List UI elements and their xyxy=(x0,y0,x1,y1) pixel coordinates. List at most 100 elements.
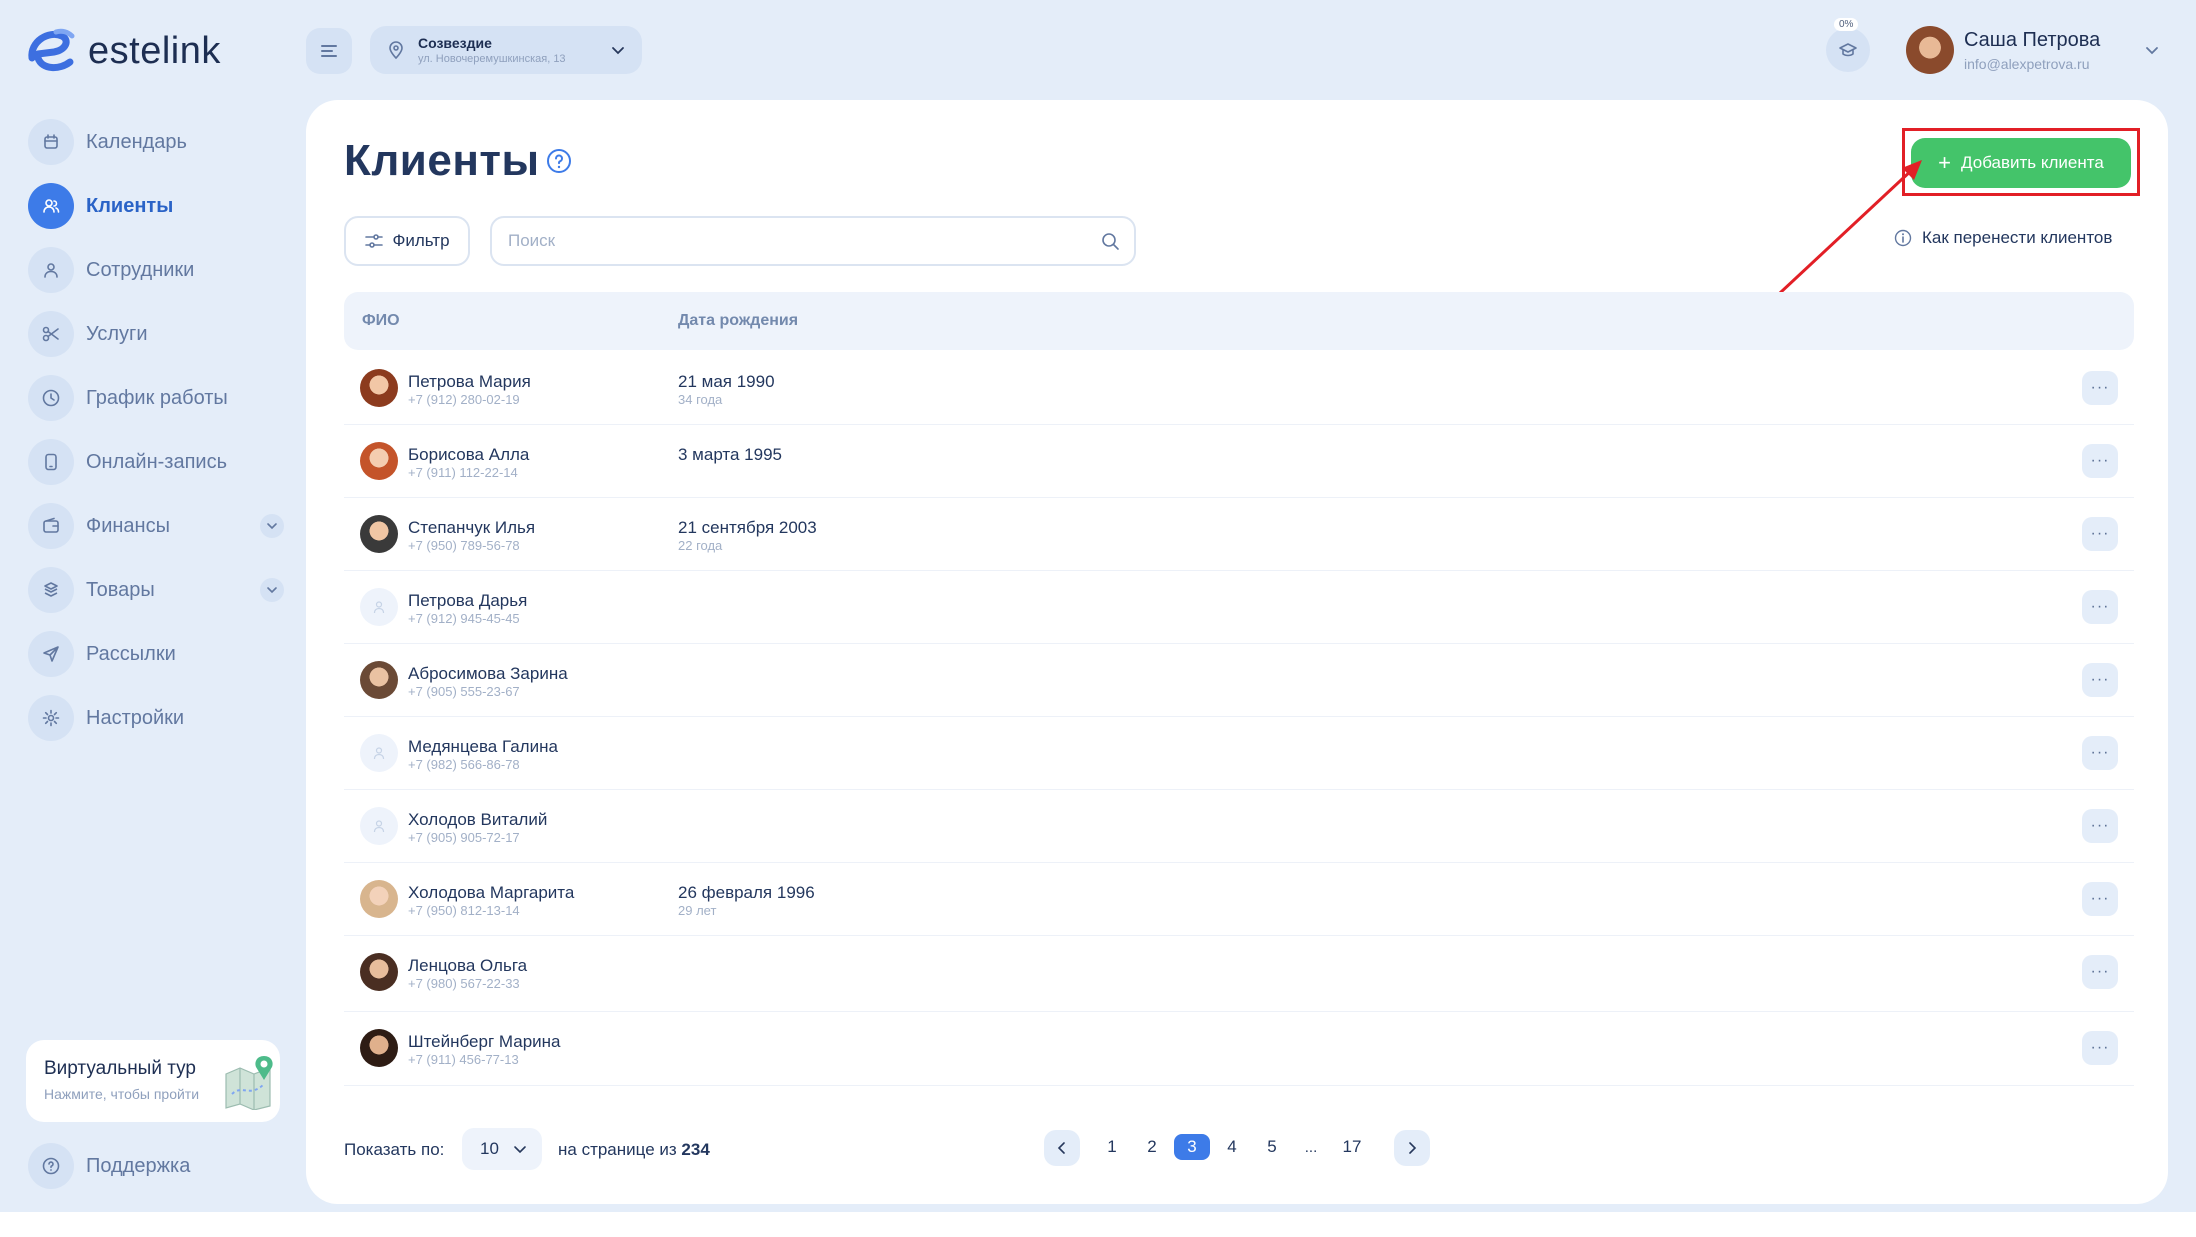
table-row[interactable]: Медянцева Галина +7 (982) 566-86-78 ··· xyxy=(344,717,2134,790)
client-name[interactable]: Ленцова Ольга xyxy=(408,956,527,976)
client-name[interactable]: Штейнберг Марина xyxy=(408,1032,561,1052)
sidebar-item-support[interactable]: Поддержка xyxy=(28,1142,284,1190)
main-content: Клиенты + Добавить клиента Фильтр Поиск … xyxy=(306,100,2168,1204)
client-phone: +7 (950) 812-13-14 xyxy=(408,903,520,918)
client-phone: +7 (905) 555-23-67 xyxy=(408,684,520,699)
next-page-button[interactable] xyxy=(1394,1130,1430,1166)
client-age: 34 года xyxy=(678,392,723,407)
client-name[interactable]: Степанчук Илья xyxy=(408,518,535,538)
brand-name: estelink xyxy=(88,29,221,72)
more-options-button[interactable]: ··· xyxy=(2082,809,2118,843)
page-last-button[interactable]: 17 xyxy=(1334,1134,1370,1160)
search-field[interactable] xyxy=(490,216,1136,266)
page-size-select[interactable]: 10 xyxy=(462,1128,542,1170)
graduation-cap-icon xyxy=(1839,43,1857,57)
search-input[interactable] xyxy=(492,218,1052,264)
client-age: 29 лет xyxy=(678,903,717,918)
table-row[interactable]: Петрова Дарья +7 (912) 945-45-45 ··· xyxy=(344,571,2134,644)
page-1-button[interactable]: 1 xyxy=(1094,1134,1130,1160)
info-icon xyxy=(1894,229,1912,247)
sidebar-item-8[interactable]: Товары xyxy=(28,566,284,614)
page-5-button[interactable]: 5 xyxy=(1254,1134,1290,1160)
client-name[interactable]: Холодова Маргарита xyxy=(408,883,574,903)
sidebar-item-6[interactable]: Онлайн-запись xyxy=(28,438,284,486)
chevron-down-icon[interactable] xyxy=(260,514,284,538)
more-dots-icon: ··· xyxy=(2090,817,2110,834)
gear-icon xyxy=(28,695,74,741)
client-phone: +7 (912) 280-02-19 xyxy=(408,392,520,407)
more-options-button[interactable]: ··· xyxy=(2082,371,2118,405)
user-profile[interactable]: Саша Петрова info@alexpetrova.ru xyxy=(1906,26,2100,74)
avatar-placeholder xyxy=(360,734,398,772)
avatar xyxy=(360,515,398,553)
table-row[interactable]: Борисова Алла +7 (911) 112-22-14 3 марта 1… xyxy=(344,425,2134,498)
more-options-button[interactable]: ··· xyxy=(2082,663,2118,697)
sidebar-item-3[interactable]: Сотрудники xyxy=(28,246,284,294)
column-header-dob[interactable]: Дата рождения xyxy=(678,312,798,330)
sidebar-item-10[interactable]: Настройки xyxy=(28,694,284,742)
more-options-button[interactable]: ··· xyxy=(2082,517,2118,551)
client-name[interactable]: Медянцева Галина xyxy=(408,737,558,757)
more-dots-icon: ··· xyxy=(2090,598,2110,615)
more-options-button[interactable]: ··· xyxy=(2082,955,2118,989)
table-row[interactable]: Холодова Маргарита +7 (950) 812-13-14 26 ф… xyxy=(344,863,2134,936)
brand-logo[interactable]: estelink xyxy=(26,26,221,76)
more-options-button[interactable]: ··· xyxy=(2082,882,2118,916)
page-size-value: 10 xyxy=(480,1139,499,1158)
add-client-highlight: + Добавить клиента xyxy=(1902,128,2140,196)
sidebar-item-4[interactable]: Услуги xyxy=(28,310,284,358)
page-4-button[interactable]: 4 xyxy=(1214,1134,1250,1160)
pagination-ellipsis: ... xyxy=(1304,1138,1318,1156)
users-icon xyxy=(28,183,74,229)
client-name[interactable]: Петрова Дарья xyxy=(408,591,527,611)
page-3-button[interactable]: 3 xyxy=(1174,1134,1210,1160)
more-dots-icon: ··· xyxy=(2090,525,2110,542)
table-row[interactable]: Абросимова Зарина +7 (905) 555-23-67 ··· xyxy=(344,644,2134,717)
table-row[interactable]: Степанчук Илья +7 (950) 789-56-78 21 сентя… xyxy=(344,498,2134,571)
total-count: 234 xyxy=(681,1140,710,1159)
client-name[interactable]: Петрова Мария xyxy=(408,372,531,392)
add-client-button[interactable]: + Добавить клиента xyxy=(1911,138,2131,188)
menu-toggle-button[interactable] xyxy=(306,28,352,74)
sidebar-item-9[interactable]: Рассылки xyxy=(28,630,284,678)
onboarding-progress-button[interactable]: 0% xyxy=(1826,18,1870,72)
sidebar-item-1[interactable]: Календарь xyxy=(28,118,284,166)
column-header-name[interactable]: ФИО xyxy=(362,312,400,330)
page-2-button[interactable]: 2 xyxy=(1134,1134,1170,1160)
filter-button[interactable]: Фильтр xyxy=(344,216,470,266)
avatar-placeholder xyxy=(360,588,398,626)
client-name[interactable]: Борисова Алла xyxy=(408,445,529,465)
virtual-tour-card[interactable]: Виртуальный тур Нажмите, чтобы пройти xyxy=(26,1040,280,1122)
user-icon xyxy=(28,247,74,293)
client-birth-date: 21 сентября 2003 xyxy=(678,518,817,537)
table-row[interactable]: Петрова Мария +7 (912) 280-02-19 21 мая 19… xyxy=(344,352,2134,425)
more-options-button[interactable]: ··· xyxy=(2082,444,2118,478)
client-birth-date: 3 марта 1995 xyxy=(678,445,782,464)
sidebar-item-2[interactable]: Клиенты xyxy=(28,182,284,230)
user-menu-chevron-icon[interactable] xyxy=(2142,40,2162,60)
client-name[interactable]: Абросимова Зарина xyxy=(408,664,568,684)
more-options-button[interactable]: ··· xyxy=(2082,590,2118,624)
sidebar-item-7[interactable]: Финансы xyxy=(28,502,284,550)
location-selector[interactable]: Созвездие ул. Новочеремушкинская, 13 xyxy=(370,26,642,74)
sidebar-item-label: Сотрудники xyxy=(86,258,195,281)
table-row[interactable]: Ленцова Ольга +7 (980) 567-22-33 ··· xyxy=(344,936,2134,1012)
user-name: Саша Петрова xyxy=(1964,28,2101,51)
scissors-icon xyxy=(28,311,74,357)
prev-page-button[interactable] xyxy=(1044,1130,1080,1166)
more-options-button[interactable]: ··· xyxy=(2082,1031,2118,1065)
more-options-button[interactable]: ··· xyxy=(2082,736,2118,770)
table-row[interactable]: Холодов Виталий +7 (905) 905-72-17 ··· xyxy=(344,790,2134,863)
sidebar-item-label: Услуги xyxy=(86,322,148,345)
sidebar-item-5[interactable]: График работы xyxy=(28,374,284,422)
transfer-clients-link[interactable]: Как перенести клиентов xyxy=(1894,228,2112,248)
chevron-down-icon[interactable] xyxy=(260,578,284,602)
filter-label: Фильтр xyxy=(392,231,450,250)
user-email: info@alexpetrova.ru xyxy=(1964,55,2090,72)
table-row[interactable]: Штейнберг Марина +7 (911) 456-77-13 ··· xyxy=(344,1012,2134,1086)
search-icon[interactable] xyxy=(1100,231,1120,251)
client-name[interactable]: Холодов Виталий xyxy=(408,810,547,830)
more-dots-icon: ··· xyxy=(2090,379,2110,396)
avatar xyxy=(360,880,398,918)
help-icon[interactable] xyxy=(546,148,572,174)
